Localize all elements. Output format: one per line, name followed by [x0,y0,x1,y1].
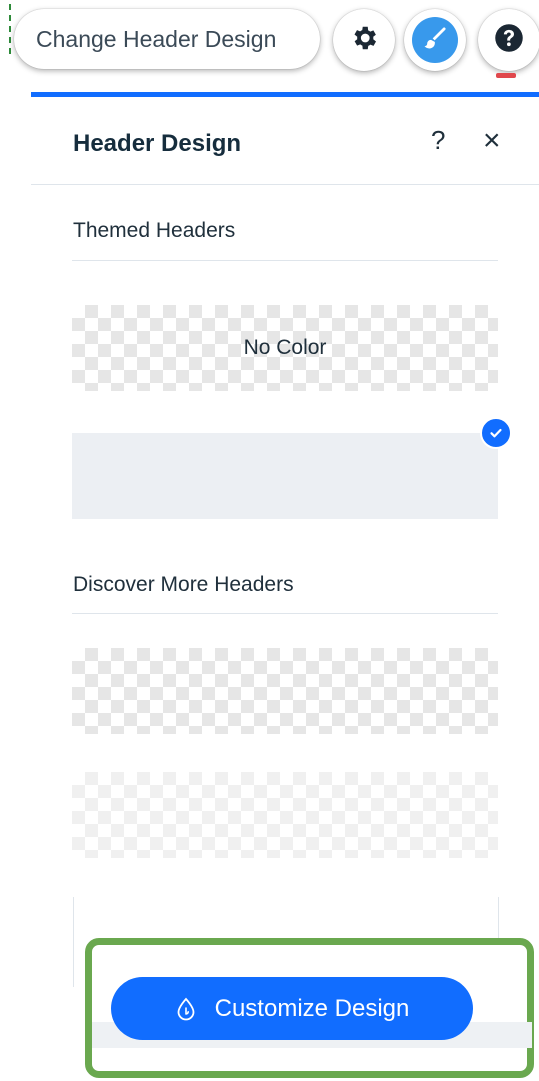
header-option-solid[interactable] [72,433,498,519]
customize-design-button[interactable]: Customize Design [111,977,473,1040]
header-option-no-color[interactable]: No Color [72,305,498,391]
themed-headers-title: Themed Headers [73,219,236,242]
droplet-icon [175,997,197,1021]
section-divider [72,260,498,261]
help-button[interactable] [478,9,539,71]
panel-title: Header Design [73,130,242,157]
help-icon[interactable]: ? [431,125,445,156]
change-header-design-button[interactable]: Change Header Design [14,9,320,69]
section-divider [72,613,498,614]
header-design-panel: Header Design ? × Themed Headers No Colo… [31,97,539,1081]
gear-icon [349,23,379,58]
design-button-fill [412,17,458,63]
customize-design-label: Customize Design [214,994,410,1022]
panel-header: Header Design ? × [31,97,539,185]
customize-highlight-frame: Customize Design [85,938,534,1078]
discover-header-option[interactable] [72,772,498,858]
editor-toolbar: Change Header Design [0,0,539,90]
selected-check-icon [480,417,512,449]
close-icon[interactable]: × [483,124,501,158]
settings-button[interactable] [333,9,395,71]
paintbrush-icon [421,24,449,57]
design-button[interactable] [404,9,466,71]
discover-headers-title: Discover More Headers [73,573,294,596]
question-icon [494,23,524,58]
discover-header-option[interactable] [72,648,498,734]
indicator-mark [496,73,516,78]
guide-line [9,4,11,54]
header-option-label: No Color [243,336,327,359]
change-header-design-label: Change Header Design [36,25,277,52]
